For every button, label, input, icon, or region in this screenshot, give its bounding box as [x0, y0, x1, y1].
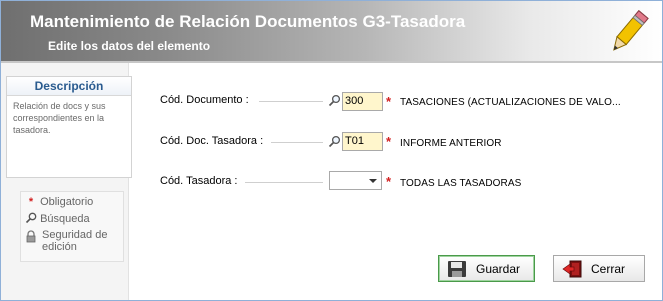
- exit-icon: [562, 260, 582, 278]
- legend-required-label: Obligatorio: [40, 196, 94, 208]
- doc-code-description: TASACIONES (ACTUALIZACIONES DE VALO...: [400, 97, 621, 108]
- appraiser-code-description: TODAS LAS TASADORAS: [400, 178, 522, 189]
- legend-search-label: Búsqueda: [40, 213, 90, 225]
- appraiser-doc-code-input[interactable]: T01: [342, 132, 383, 151]
- doc-code-input[interactable]: 300: [342, 92, 383, 111]
- window: Mantenimiento de Relación Documentos G3-…: [0, 0, 663, 301]
- description-box: Descripción Relación de docs y sus corre…: [6, 76, 132, 178]
- search-icon[interactable]: [328, 94, 341, 107]
- appraiser-code-label: Cód. Tasadora :: [160, 175, 238, 187]
- chevron-down-icon[interactable]: [369, 179, 377, 183]
- page-title: Mantenimiento de Relación Documentos G3-…: [30, 12, 466, 31]
- required-star-icon: *: [28, 196, 34, 208]
- doc-code-label: Cód. Documento :: [160, 94, 249, 106]
- search-icon: [25, 212, 37, 224]
- legend-box: * Obligatorio Búsqueda Seguridad de edic…: [20, 191, 124, 262]
- close-button[interactable]: Cerrar: [553, 255, 645, 282]
- lock-icon: [26, 230, 36, 243]
- save-button-label: Guardar: [476, 262, 521, 276]
- appraiser-doc-code-description: INFORME ANTERIOR: [400, 138, 502, 149]
- required-star-icon: *: [386, 134, 392, 149]
- required-star-icon: *: [386, 174, 392, 189]
- page-subtitle: Edite los datos del elemento: [48, 39, 211, 53]
- header: Mantenimiento de Relación Documentos G3-…: [1, 1, 662, 61]
- appraiser-code-select[interactable]: [329, 171, 382, 190]
- left-panel: Descripción Relación de docs y sus corre…: [1, 63, 132, 300]
- description-title: Descripción: [7, 77, 131, 96]
- doc-code-leader: [259, 101, 323, 102]
- appraiser-doc-code-label: Cód. Doc. Tasadora :: [160, 135, 264, 147]
- legend-required: * Obligatorio: [25, 196, 93, 208]
- save-icon: [448, 261, 466, 277]
- pencil-icon: [613, 10, 649, 51]
- required-star-icon: *: [386, 94, 392, 109]
- legend-security-label: Seguridad de edición: [42, 229, 108, 253]
- save-button[interactable]: Guardar: [438, 255, 535, 282]
- appraiser-code-leader: [245, 182, 323, 183]
- legend-search: Búsqueda: [25, 212, 90, 225]
- search-icon[interactable]: [328, 135, 341, 148]
- legend-security: Seguridad de edición: [25, 229, 121, 253]
- description-text: Relación de docs y sus correspondientes …: [13, 101, 106, 135]
- appraiser-doc-code-leader: [271, 142, 323, 143]
- close-button-label: Cerrar: [591, 262, 626, 276]
